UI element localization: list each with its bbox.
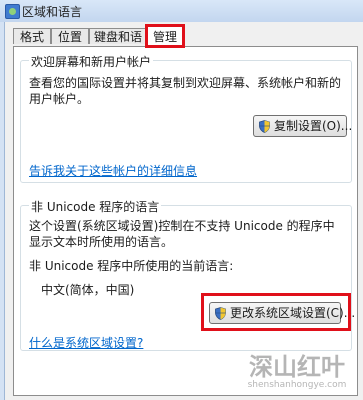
non-unicode-group-title: 非 Unicode 程序的语言 xyxy=(29,198,162,215)
current-language-value: 中文(简体，中国) xyxy=(41,283,135,297)
site-watermark: 深山红叶 shenshanhongye.com xyxy=(237,354,357,394)
tab-keyboards-languages[interactable]: 键盘和语言 xyxy=(89,28,147,60)
tab-location[interactable]: 位置 xyxy=(51,28,89,44)
copy-settings-button[interactable]: 复制设置(O)... xyxy=(253,115,352,137)
non-unicode-group: 非 Unicode 程序的语言 这个设置(系统区域设置)控制在不支持 Unico… xyxy=(20,198,355,351)
tab-administrative[interactable]: 管理 xyxy=(145,24,185,48)
red-highlight-box xyxy=(201,293,351,331)
welcome-group-title: 欢迎屏幕和新用户帐户 xyxy=(29,53,154,70)
welcome-screen-group: 欢迎屏幕和新用户帐户 查看您的国际设置并将其复制到欢迎屏幕、系统帐户和新的用户帐… xyxy=(20,53,352,183)
dialog-client-area: 格式 位置 键盘和语言 管理 欢迎屏幕和新用户帐户 查看您的国际设置并将其复制到… xyxy=(4,22,363,400)
window-titlebar[interactable]: 区域和语言 xyxy=(0,0,363,22)
window-title: 区域和语言 xyxy=(22,5,83,19)
accounts-info-link[interactable]: 告诉我关于这些帐户的详细信息 xyxy=(29,162,197,179)
uac-shield-icon xyxy=(259,120,270,133)
tab-formats[interactable]: 格式 xyxy=(13,28,51,44)
non-unicode-description: 这个设置(系统区域设置)控制在不支持 Unicode 的程序中显示文本时所使用的… xyxy=(29,219,335,249)
watermark-sub: shenshanhongye.com xyxy=(247,380,347,390)
tab-panel-administrative: 欢迎屏幕和新用户帐户 查看您的国际设置并将其复制到欢迎屏幕、系统帐户和新的用户帐… xyxy=(13,46,358,396)
copy-settings-label: 复制设置(O)... xyxy=(274,119,353,133)
watermark-main: 深山红叶 xyxy=(249,352,345,381)
welcome-description: 查看您的国际设置并将其复制到欢迎屏幕、系统帐户和新的用户帐户。 xyxy=(29,76,342,106)
globe-icon xyxy=(5,4,20,19)
current-language-label: 非 Unicode 程序中所使用的当前语言: xyxy=(29,259,234,273)
system-locale-help-link[interactable]: 什么是系统区域设置? xyxy=(29,334,143,351)
